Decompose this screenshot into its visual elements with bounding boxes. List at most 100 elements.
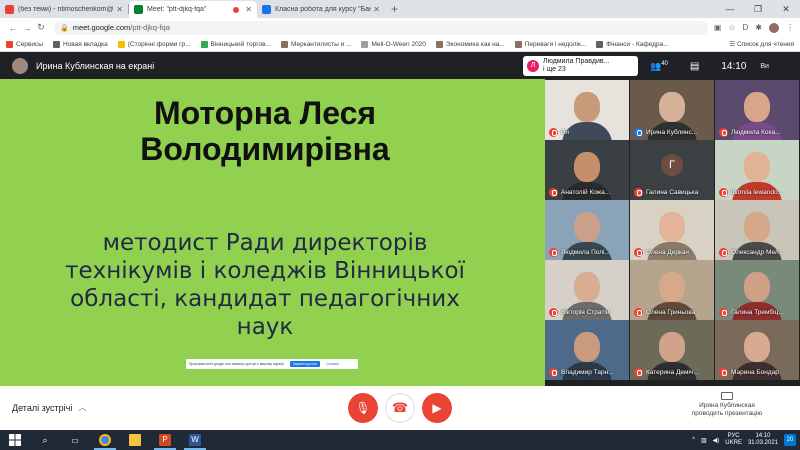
bookmark-item[interactable]: Вінницький торгов... [200,40,271,48]
camera-in-use-icon[interactable]: ▣ [714,23,722,32]
chevron-up-icon[interactable]: ^ [692,437,695,443]
minimize-icon[interactable]: — [716,0,744,18]
participant-tile[interactable]: Ирина Кублинс... [630,80,714,140]
reading-list-icon: ☰ [729,41,737,48]
extension-icon[interactable]: D [743,23,749,32]
forward-icon[interactable]: → [20,23,34,33]
participant-tile[interactable]: ludmila lewando... [715,140,799,200]
network-icon[interactable]: ▥ [701,437,707,444]
participant-label: Владимир Тарн... [549,368,627,377]
participant-tile[interactable]: Олена Деркач [630,200,714,260]
task-view-button[interactable]: ▭ [60,430,90,450]
bookmark-label: Экономика как на... [445,40,505,48]
bookmark-item[interactable]: Экономика как на... [435,40,505,48]
reading-list[interactable]: ☰ Список для чтения [729,40,794,49]
site-icon [435,40,443,48]
taskbar-clock[interactable]: 14:10 31.03.2021 [748,433,778,447]
slide-subtitle-line: наук [236,314,294,340]
bookmark-item[interactable]: Новая вкладка [52,40,108,48]
mic-muted-icon [719,128,728,137]
participant-tile[interactable]: Катерина Деміч... [630,320,714,380]
leave-call-button[interactable]: ☎ [385,393,415,423]
puzzle-icon[interactable]: ✱ [755,23,762,32]
mic-muted-icon [549,308,558,317]
bookmark-label: Mell-O-Ween 2020 [371,40,426,48]
tab-gmail[interactable]: (без теми) - ntimoschenkom@g ✕ [0,1,128,18]
participant-label: Олександр Мел... [719,248,797,257]
people-button[interactable]: 👥40 [650,61,668,72]
participant-tile[interactable]: Марина Бондар [715,320,799,380]
bookmark-item[interactable]: Mell-O-Ween 2020 [361,40,426,48]
participant-tile[interactable]: Владимир Тарн... [545,320,629,380]
participant-tile[interactable]: Людмила Полі... [545,200,629,260]
tab-meet[interactable]: Meet: "ptt-djkq-fqa" ✕ [129,1,257,18]
meeting-clock: 14:10 [721,60,747,72]
participant-name: Владимир Тарн... [561,369,614,376]
doc-icon [117,40,125,48]
pinned-extra: і ще 23 [543,66,566,73]
hide-notice-button[interactable]: Сховати [326,362,339,366]
back-icon[interactable]: ← [6,23,20,33]
taskbar-powerpoint[interactable]: P [150,430,180,450]
menu-icon[interactable]: ⋮ [786,23,794,32]
clock-date: 31.03.2021 [747,440,778,446]
language-indicator[interactable]: РУС UKRE [725,433,742,447]
slide-subtitle-line: області, кандидат педагогічних [70,286,460,312]
presenting-status[interactable]: Ирина Кублинская проводить презентацію [680,392,774,418]
participant-label: Галина Савицька [634,188,712,197]
powerpoint-icon: P [159,434,171,446]
tab-classroom[interactable]: Класна робота для курсу "Бани ✕ [257,1,385,18]
bookmark-item[interactable]: (Сторінні форми гр... [117,40,191,48]
participant-tile[interactable]: Людмила Кока... [715,80,799,140]
taskbar-chrome[interactable] [90,430,120,450]
participant-label: Вікторія Стратій [549,308,627,317]
participant-tile[interactable]: Олена Гриньова [630,260,714,320]
bookmark-label: Фінанси - Кафедра... [606,40,669,48]
lang-line: РУС [727,433,740,439]
mic-muted-icon [549,368,558,377]
chat-icon[interactable]: ▤ [690,61,699,72]
mic-muted-icon [549,188,558,197]
chrome-icon [99,434,111,446]
pinned-participant-chip[interactable]: Л Людмила Правдив... і ще 23 [523,56,638,76]
participant-name: Ви [561,129,569,136]
presenter-avatar [12,58,28,74]
close-window-icon[interactable]: ✕ [772,0,800,18]
mic-toggle-button[interactable]: 🎙 [348,393,378,423]
slide-subtitle-line: методист Ради директорів [102,230,428,256]
plus-icon[interactable]: + [391,2,398,16]
participant-tile[interactable]: Ви [545,80,629,140]
taskbar-explorer[interactable] [120,430,150,450]
participant-video-face [659,272,685,302]
participant-tile[interactable]: Г Галина Савицька [630,140,714,200]
volume-icon[interactable]: ◀) [713,437,720,444]
bookmarks-bar: Сервисы Новая вкладка (Сторінні форми гр… [0,37,800,52]
close-tab-icon[interactable]: ✕ [373,5,380,14]
participant-tile[interactable]: Галина Трембіц... [715,260,799,320]
star-icon[interactable]: ☆ [728,23,735,32]
maximize-icon[interactable]: ❐ [744,0,772,18]
taskbar-word[interactable]: W [180,430,210,450]
meeting-details-button[interactable]: Деталі зустрічі ︿ [12,402,86,413]
stop-sharing-button[interactable]: Закрити доступ [289,361,320,367]
present-screen-icon [721,392,733,400]
windows-taskbar: ⌕ ▭ P W ^ ▥ ◀) РУС UKRE 14:10 31.03.2021 2… [0,430,800,450]
bookmark-item[interactable]: Фінанси - Кафедра... [596,40,669,48]
notifications-button[interactable]: 20 [784,434,796,446]
profile-avatar[interactable] [769,22,779,33]
camera-toggle-button[interactable]: ▶ [422,393,452,423]
bookmark-item[interactable]: Переваги і недолік... [514,40,586,48]
address-bar[interactable]: 🔒 meet.google.com/ptt-djkq-fqa [54,20,708,35]
close-tab-icon[interactable]: ✕ [245,5,252,14]
participant-tile[interactable]: Олександр Мел... [715,200,799,260]
bookmark-item[interactable]: Меркантилисты и ... [280,40,351,48]
reload-icon[interactable]: ↻ [34,22,48,33]
participant-tile[interactable]: Анатолій Кожа... [545,140,629,200]
bookmark-item[interactable]: Сервисы [6,40,43,48]
participant-tile[interactable]: Вікторія Стратій [545,260,629,320]
search-button[interactable]: ⌕ [30,430,60,450]
search-icon: ⌕ [42,434,48,445]
close-tab-icon[interactable]: ✕ [116,5,123,14]
start-button[interactable] [0,430,30,450]
window-controls: — ❐ ✕ [716,0,800,18]
